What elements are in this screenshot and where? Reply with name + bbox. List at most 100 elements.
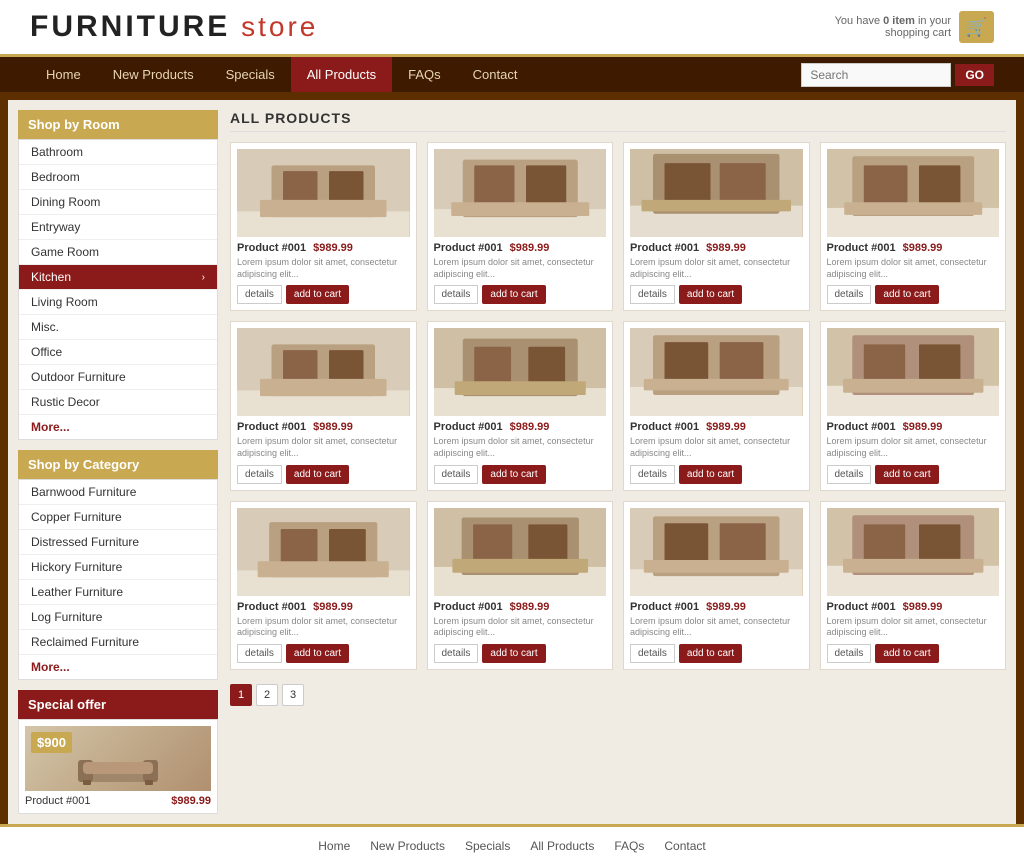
product-desc-7: Lorem ipsum dolor sit amet, consectetur … bbox=[630, 436, 803, 459]
details-button-9[interactable]: details bbox=[237, 644, 282, 663]
product-image-3 bbox=[630, 149, 803, 237]
products-grid: Product #001 $989.99 Lorem ipsum dolor s… bbox=[230, 142, 1006, 670]
search-input[interactable] bbox=[801, 63, 951, 87]
special-product-price: $989.99 bbox=[171, 795, 211, 807]
product-image-10 bbox=[434, 508, 607, 596]
product-image-11 bbox=[630, 508, 803, 596]
product-image-1 bbox=[237, 149, 410, 237]
page-button-3[interactable]: 3 bbox=[282, 684, 304, 706]
chevron-right-icon: › bbox=[202, 272, 205, 283]
product-image-9 bbox=[237, 508, 410, 596]
sidebar-item-more-rooms[interactable]: More... bbox=[19, 415, 217, 439]
footer-link-faqs[interactable]: FAQs bbox=[614, 839, 644, 853]
sidebar-item-barnwood[interactable]: Barnwood Furniture bbox=[19, 480, 217, 505]
sidebar-item-outdoor[interactable]: Outdoor Furniture bbox=[19, 365, 217, 390]
nav-all-products[interactable]: All Products bbox=[291, 57, 392, 92]
details-button-3[interactable]: details bbox=[630, 285, 675, 304]
product-price-6: $989.99 bbox=[510, 421, 550, 433]
special-offer-image: $900 bbox=[25, 726, 211, 791]
category-section-title: Shop by Category bbox=[18, 450, 218, 479]
sidebar-item-entryway[interactable]: Entryway bbox=[19, 215, 217, 240]
footer-link-specials[interactable]: Specials bbox=[465, 839, 510, 853]
product-price-12: $989.99 bbox=[903, 601, 943, 613]
nav-contact[interactable]: Contact bbox=[457, 57, 534, 92]
add-to-cart-button-7[interactable]: add to cart bbox=[679, 465, 742, 484]
search-button[interactable]: GO bbox=[955, 64, 994, 86]
product-name-11: Product #001 bbox=[630, 601, 699, 613]
product-card-12: Product #001 $989.99 Lorem ipsum dolor s… bbox=[820, 501, 1007, 670]
add-to-cart-button-12[interactable]: add to cart bbox=[875, 644, 938, 663]
product-price-1: $989.99 bbox=[313, 242, 353, 254]
add-to-cart-button-4[interactable]: add to cart bbox=[875, 285, 938, 304]
special-offer-title: Special offer bbox=[18, 690, 218, 719]
product-desc-11: Lorem ipsum dolor sit amet, consectetur … bbox=[630, 616, 803, 639]
footer-link-new-products[interactable]: New Products bbox=[370, 839, 445, 853]
sidebar-item-office[interactable]: Office bbox=[19, 340, 217, 365]
product-desc-6: Lorem ipsum dolor sit amet, consectetur … bbox=[434, 436, 607, 459]
product-desc-10: Lorem ipsum dolor sit amet, consectetur … bbox=[434, 616, 607, 639]
sidebar-item-more-categories[interactable]: More... bbox=[19, 655, 217, 679]
product-desc-1: Lorem ipsum dolor sit amet, consectetur … bbox=[237, 257, 410, 280]
product-card-2: Product #001 $989.99 Lorem ipsum dolor s… bbox=[427, 142, 614, 311]
product-price-10: $989.99 bbox=[510, 601, 550, 613]
details-button-5[interactable]: details bbox=[237, 465, 282, 484]
product-image-4 bbox=[827, 149, 1000, 237]
details-button-12[interactable]: details bbox=[827, 644, 872, 663]
sidebar-item-hickory[interactable]: Hickory Furniture bbox=[19, 555, 217, 580]
sidebar-item-copper[interactable]: Copper Furniture bbox=[19, 505, 217, 530]
sidebar-item-log[interactable]: Log Furniture bbox=[19, 605, 217, 630]
room-section-title: Shop by Room bbox=[18, 110, 218, 139]
product-card-6: Product #001 $989.99 Lorem ipsum dolor s… bbox=[427, 321, 614, 490]
sidebar-item-distressed[interactable]: Distressed Furniture bbox=[19, 530, 217, 555]
sidebar-item-bedroom[interactable]: Bedroom bbox=[19, 165, 217, 190]
add-to-cart-button-5[interactable]: add to cart bbox=[286, 465, 349, 484]
add-to-cart-button-10[interactable]: add to cart bbox=[482, 644, 545, 663]
details-button-4[interactable]: details bbox=[827, 285, 872, 304]
add-to-cart-button-9[interactable]: add to cart bbox=[286, 644, 349, 663]
sidebar-item-bathroom[interactable]: Bathroom bbox=[19, 140, 217, 165]
product-name-12: Product #001 bbox=[827, 601, 896, 613]
product-desc-5: Lorem ipsum dolor sit amet, consectetur … bbox=[237, 436, 410, 459]
footer-link-contact[interactable]: Contact bbox=[664, 839, 705, 853]
product-card-7: Product #001 $989.99 Lorem ipsum dolor s… bbox=[623, 321, 810, 490]
details-button-1[interactable]: details bbox=[237, 285, 282, 304]
sidebar-item-dining-room[interactable]: Dining Room bbox=[19, 190, 217, 215]
sidebar-item-leather[interactable]: Leather Furniture bbox=[19, 580, 217, 605]
product-name-2: Product #001 bbox=[434, 242, 503, 254]
details-button-6[interactable]: details bbox=[434, 465, 479, 484]
product-name-8: Product #001 bbox=[827, 421, 896, 433]
add-to-cart-button-3[interactable]: add to cart bbox=[679, 285, 742, 304]
add-to-cart-button-11[interactable]: add to cart bbox=[679, 644, 742, 663]
cart-icon[interactable]: 🛒 bbox=[959, 11, 994, 43]
nav-home[interactable]: Home bbox=[30, 57, 97, 92]
footer-link-home[interactable]: Home bbox=[318, 839, 350, 853]
nav-specials[interactable]: Specials bbox=[210, 57, 291, 92]
sidebar-item-living-room[interactable]: Living Room bbox=[19, 290, 217, 315]
sidebar-item-rustic[interactable]: Rustic Decor bbox=[19, 390, 217, 415]
shop-by-category: Shop by Category Barnwood Furniture Copp… bbox=[18, 450, 218, 680]
details-button-7[interactable]: details bbox=[630, 465, 675, 484]
add-to-cart-button-2[interactable]: add to cart bbox=[482, 285, 545, 304]
details-button-10[interactable]: details bbox=[434, 644, 479, 663]
page-button-2[interactable]: 2 bbox=[256, 684, 278, 706]
add-to-cart-button-6[interactable]: add to cart bbox=[482, 465, 545, 484]
details-button-2[interactable]: details bbox=[434, 285, 479, 304]
product-desc-4: Lorem ipsum dolor sit amet, consectetur … bbox=[827, 257, 1000, 280]
details-button-8[interactable]: details bbox=[827, 465, 872, 484]
product-name-3: Product #001 bbox=[630, 242, 699, 254]
footer: Home New Products Specials All Products … bbox=[0, 824, 1024, 865]
page-button-1[interactable]: 1 bbox=[230, 684, 252, 706]
nav-new-products[interactable]: New Products bbox=[97, 57, 210, 92]
details-button-11[interactable]: details bbox=[630, 644, 675, 663]
product-price-11: $989.99 bbox=[706, 601, 746, 613]
footer-link-all-products[interactable]: All Products bbox=[530, 839, 594, 853]
sidebar-item-kitchen[interactable]: Kitchen › bbox=[19, 265, 217, 290]
sidebar-item-game-room[interactable]: Game Room bbox=[19, 240, 217, 265]
add-to-cart-button-8[interactable]: add to cart bbox=[875, 465, 938, 484]
product-price-5: $989.99 bbox=[313, 421, 353, 433]
nav-faqs[interactable]: FAQs bbox=[392, 57, 457, 92]
product-card-1: Product #001 $989.99 Lorem ipsum dolor s… bbox=[230, 142, 417, 311]
sidebar-item-reclaimed[interactable]: Reclaimed Furniture bbox=[19, 630, 217, 655]
add-to-cart-button-1[interactable]: add to cart bbox=[286, 285, 349, 304]
sidebar-item-misc[interactable]: Misc. bbox=[19, 315, 217, 340]
